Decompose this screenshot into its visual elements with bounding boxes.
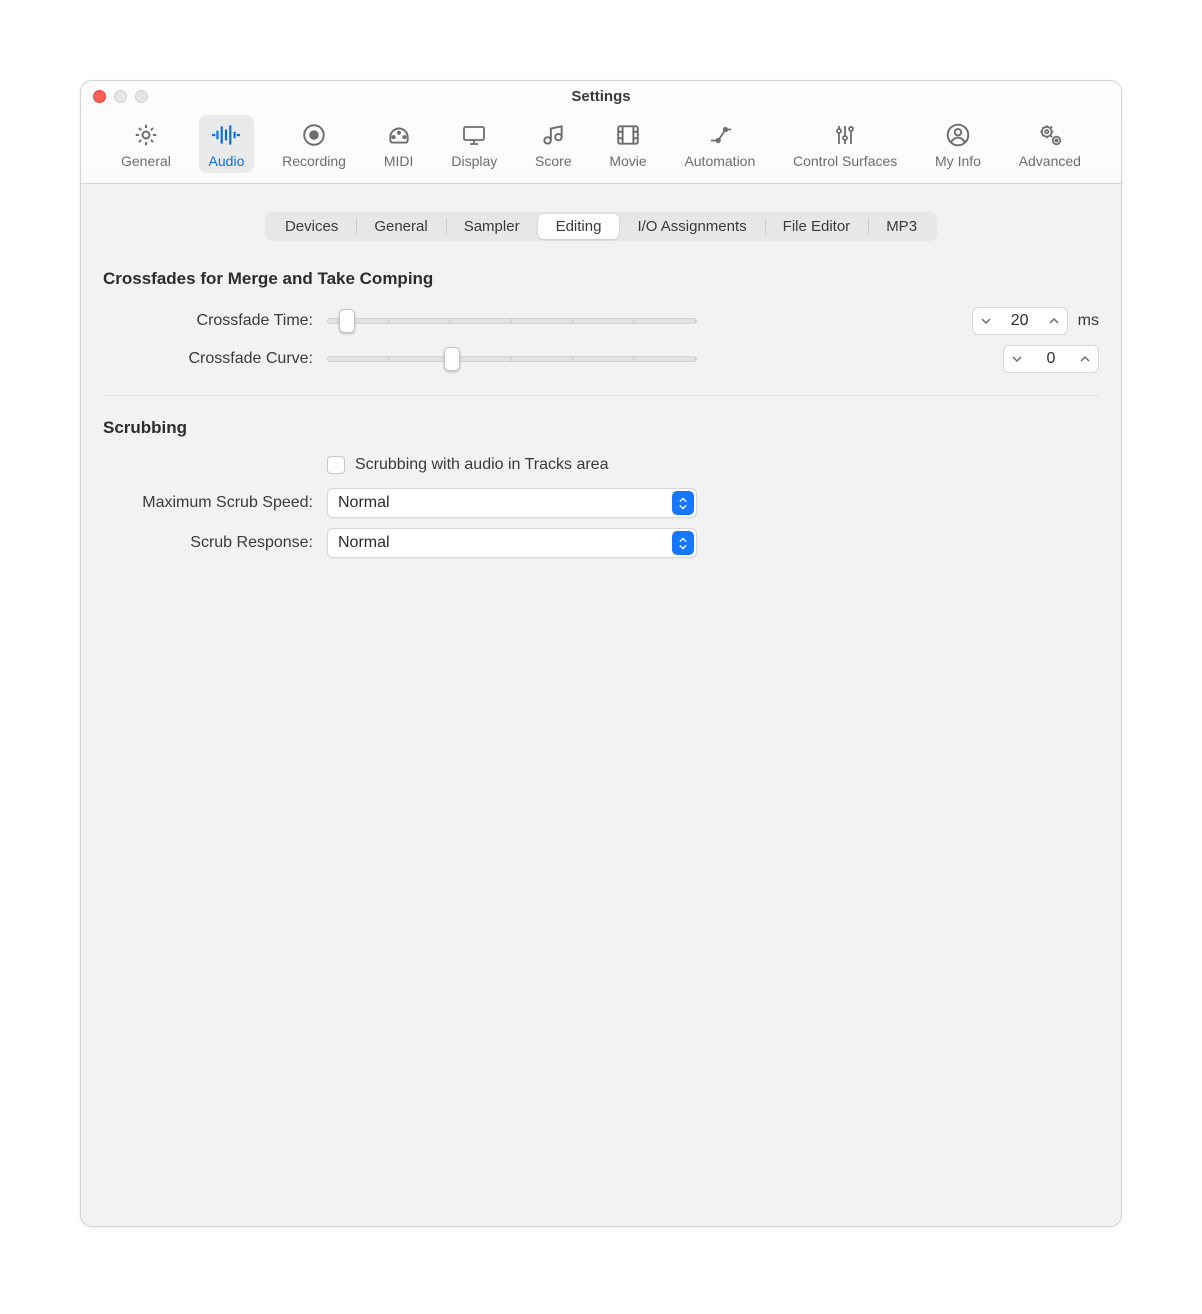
- person-circle-icon: [943, 121, 973, 149]
- music-notes-icon: [538, 121, 568, 149]
- toolbar-item-general[interactable]: General: [111, 115, 181, 173]
- traffic-lights: [93, 90, 148, 103]
- toolbar-item-automation[interactable]: Automation: [674, 115, 765, 173]
- scrubbing-checkbox-row: Scrubbing with audio in Tracks area: [103, 456, 1099, 474]
- sliders-icon: [830, 121, 860, 149]
- titlebar: Settings: [81, 81, 1121, 111]
- select-caret-icon: [672, 491, 694, 515]
- midi-icon: [384, 121, 414, 149]
- toolbar: General Audio Recording MIDI Display: [81, 111, 1121, 184]
- scrubbing-audio-checkbox[interactable]: [327, 456, 345, 474]
- toolbar-item-advanced[interactable]: Advanced: [1009, 115, 1091, 173]
- toolbar-label: MIDI: [384, 153, 414, 169]
- advanced-gears-icon: [1035, 121, 1065, 149]
- crossfade-curve-row: Crossfade Curve: 0: [103, 345, 1099, 373]
- subtab-bar: Devices General Sampler Editing I/O Assi…: [103, 212, 1099, 241]
- film-icon: [613, 121, 643, 149]
- max-scrub-speed-row: Maximum Scrub Speed:: [103, 488, 1099, 518]
- crossfade-curve-slider[interactable]: [327, 356, 697, 362]
- toolbar-item-audio[interactable]: Audio: [199, 115, 255, 173]
- toolbar-item-score[interactable]: Score: [525, 115, 582, 173]
- toolbar-label: My Info: [935, 153, 981, 169]
- select-caret-icon: [672, 531, 694, 555]
- toolbar-label: Movie: [609, 153, 646, 169]
- toolbar-item-my-info[interactable]: My Info: [925, 115, 991, 173]
- subtab-editing[interactable]: Editing: [538, 214, 620, 239]
- crossfade-time-row: Crossfade Time: 20 ms: [103, 307, 1099, 335]
- crossfade-curve-label: Crossfade Curve:: [103, 350, 313, 368]
- toolbar-item-display[interactable]: Display: [441, 115, 507, 173]
- toolbar-item-movie[interactable]: Movie: [599, 115, 656, 173]
- subtab-sampler[interactable]: Sampler: [446, 214, 538, 239]
- section-divider: [103, 395, 1099, 396]
- zoom-button[interactable]: [135, 90, 148, 103]
- automation-icon: [705, 121, 735, 149]
- toolbar-label: Automation: [684, 153, 755, 169]
- stepper-increment[interactable]: [1072, 346, 1098, 372]
- toolbar-label: Control Surfaces: [793, 153, 897, 169]
- crossfade-time-unit: ms: [1078, 312, 1099, 330]
- audio-wave-icon: [211, 121, 241, 149]
- gear-icon: [131, 121, 161, 149]
- stepper-increment[interactable]: [1041, 308, 1067, 334]
- toolbar-item-midi[interactable]: MIDI: [374, 115, 424, 173]
- toolbar-label: Audio: [209, 153, 245, 169]
- toolbar-item-control-surfaces[interactable]: Control Surfaces: [783, 115, 907, 173]
- crossfade-time-value[interactable]: 20: [999, 312, 1041, 330]
- toolbar-item-recording[interactable]: Recording: [272, 115, 356, 173]
- close-button[interactable]: [93, 90, 106, 103]
- max-scrub-speed-select[interactable]: [327, 488, 697, 518]
- crossfade-curve-value[interactable]: 0: [1030, 350, 1072, 368]
- scrub-response-label: Scrub Response:: [103, 534, 313, 552]
- scrub-response-row: Scrub Response:: [103, 528, 1099, 558]
- crossfade-time-label: Crossfade Time:: [103, 312, 313, 330]
- display-icon: [459, 121, 489, 149]
- subtab-file-editor[interactable]: File Editor: [765, 214, 869, 239]
- record-icon: [299, 121, 329, 149]
- max-scrub-speed-label: Maximum Scrub Speed:: [103, 494, 313, 512]
- content-area: Devices General Sampler Editing I/O Assi…: [81, 184, 1121, 1226]
- crossfade-curve-stepper: 0: [1003, 345, 1099, 373]
- stepper-decrement[interactable]: [973, 308, 999, 334]
- toolbar-label: Advanced: [1019, 153, 1081, 169]
- scrubbing-section-title: Scrubbing: [103, 418, 1099, 438]
- crossfade-time-slider[interactable]: [327, 318, 697, 324]
- stepper-decrement[interactable]: [1004, 346, 1030, 372]
- scrubbing-audio-label: Scrubbing with audio in Tracks area: [355, 456, 608, 474]
- toolbar-label: Display: [451, 153, 497, 169]
- crossfades-section-title: Crossfades for Merge and Take Comping: [103, 269, 1099, 289]
- toolbar-label: General: [121, 153, 171, 169]
- subtab-io-assignments[interactable]: I/O Assignments: [619, 214, 764, 239]
- subtab-devices[interactable]: Devices: [267, 214, 356, 239]
- subtab-general[interactable]: General: [356, 214, 445, 239]
- scrub-response-select[interactable]: [327, 528, 697, 558]
- toolbar-label: Recording: [282, 153, 346, 169]
- minimize-button[interactable]: [114, 90, 127, 103]
- subtab-mp3[interactable]: MP3: [868, 214, 935, 239]
- window-title: Settings: [81, 88, 1121, 105]
- crossfade-time-stepper: 20: [972, 307, 1068, 335]
- settings-window: Settings General Audio Recording MIDI: [80, 80, 1122, 1227]
- toolbar-label: Score: [535, 153, 572, 169]
